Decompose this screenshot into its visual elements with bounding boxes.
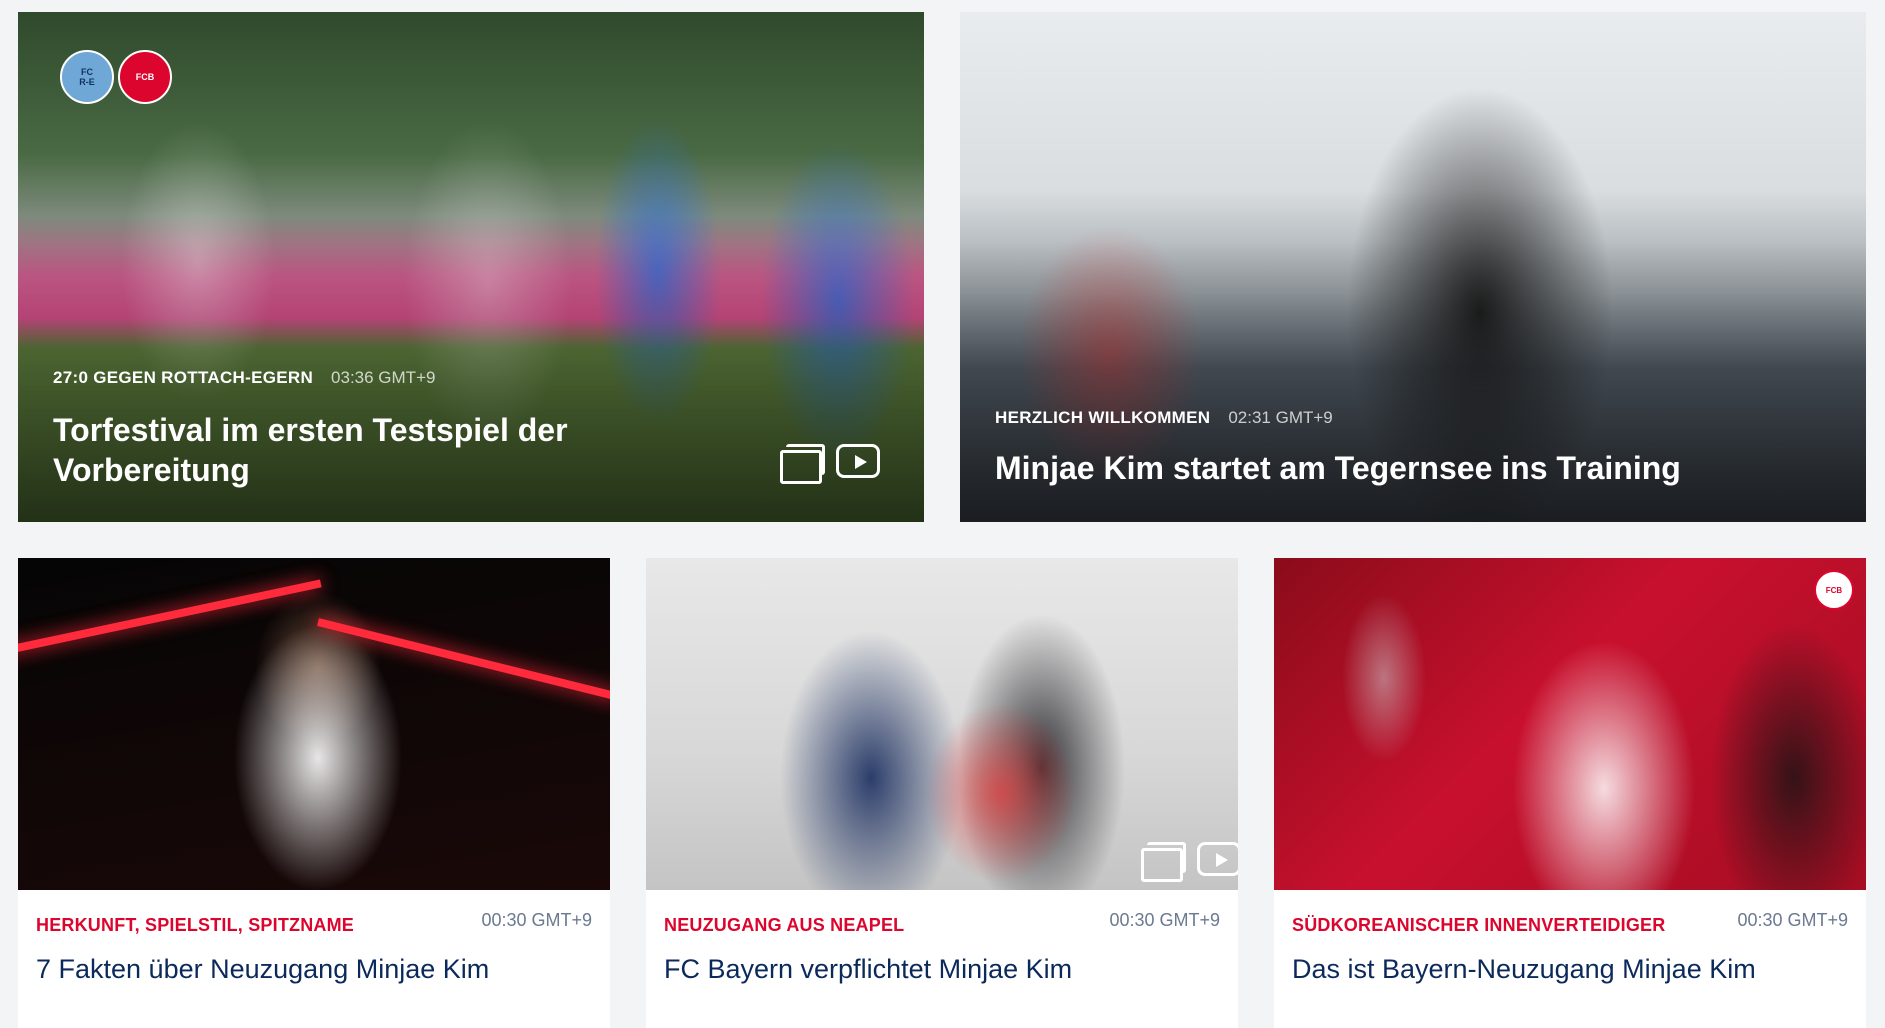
card-title: Das ist Bayern-Neuzugang Minjae Kim <box>1292 954 1756 984</box>
article-card-fakten[interactable]: HERKUNFT, SPIELSTIL, SPITZNAME 00:30 GMT… <box>18 558 610 1028</box>
card-time: 00:30 GMT+9 <box>481 910 592 930</box>
card-title: FC Bayern verpflichtet Minjae Kim <box>664 954 1073 984</box>
card-tag: HERKUNFT, SPIELSTIL, SPITZNAME <box>36 915 355 935</box>
fc-bayern-badge-icon: FCB <box>118 50 172 104</box>
neon-light <box>317 618 610 701</box>
hero-tag: 27:0 GEGEN ROTTACH-EGERN <box>53 368 314 387</box>
gallery-icon <box>780 444 825 484</box>
rottach-badge-icon: FC R-E <box>60 50 114 104</box>
card-image-portrait <box>18 558 610 890</box>
play-icon <box>836 444 880 478</box>
gallery-icon <box>1141 842 1186 882</box>
hero-article-minjae-training[interactable]: HERZLICH WILLKOMMEN 02:31 GMT+9 Minjae K… <box>960 12 1866 522</box>
neon-light <box>18 579 322 656</box>
card-image-signing <box>646 558 1238 890</box>
hero-meta: HERZLICH WILLKOMMEN 02:31 GMT+9 <box>995 408 1333 428</box>
media-icons <box>1141 842 1238 882</box>
card-tag: SÜDKOREANISCHER INNENVERTEIDIGER <box>1292 915 1666 935</box>
card-time: 00:30 GMT+9 <box>1737 910 1848 930</box>
image-overlay <box>960 12 1866 522</box>
hero-time: 02:31 GMT+9 <box>1228 408 1333 427</box>
card-time: 00:30 GMT+9 <box>1109 910 1220 930</box>
play-icon <box>1197 842 1238 876</box>
club-badges: FC R-E FCB <box>60 50 172 104</box>
hero-title: Torfestival im ersten Testspiel der Vorb… <box>53 412 568 488</box>
hero-title: Minjae Kim startet am Tegernsee ins Trai… <box>995 450 1681 486</box>
hero-meta: 27:0 GEGEN ROTTACH-EGERN 03:36 GMT+9 <box>53 368 435 388</box>
card-image-collage: FCB <box>1274 558 1866 890</box>
hero-tag: HERZLICH WILLKOMMEN <box>995 408 1211 427</box>
card-tag: NEUZUGANG AUS NEAPEL <box>664 915 905 935</box>
hero-article-testspiel[interactable]: FC R-E FCB 27:0 GEGEN ROTTACH-EGERN 03:36… <box>18 12 924 522</box>
fc-bayern-badge-icon: FCB <box>1814 570 1854 610</box>
media-icons <box>780 444 880 484</box>
article-card-verpflichtet[interactable]: NEUZUGANG AUS NEAPEL 00:30 GMT+9 FC Baye… <box>646 558 1238 1028</box>
hero-time: 03:36 GMT+9 <box>331 368 436 387</box>
card-title: 7 Fakten über Neuzugang Minjae Kim <box>36 954 490 984</box>
article-card-neuzugang[interactable]: FCB SÜDKOREANISCHER INNENVERTEIDIGER 00:… <box>1274 558 1866 1028</box>
